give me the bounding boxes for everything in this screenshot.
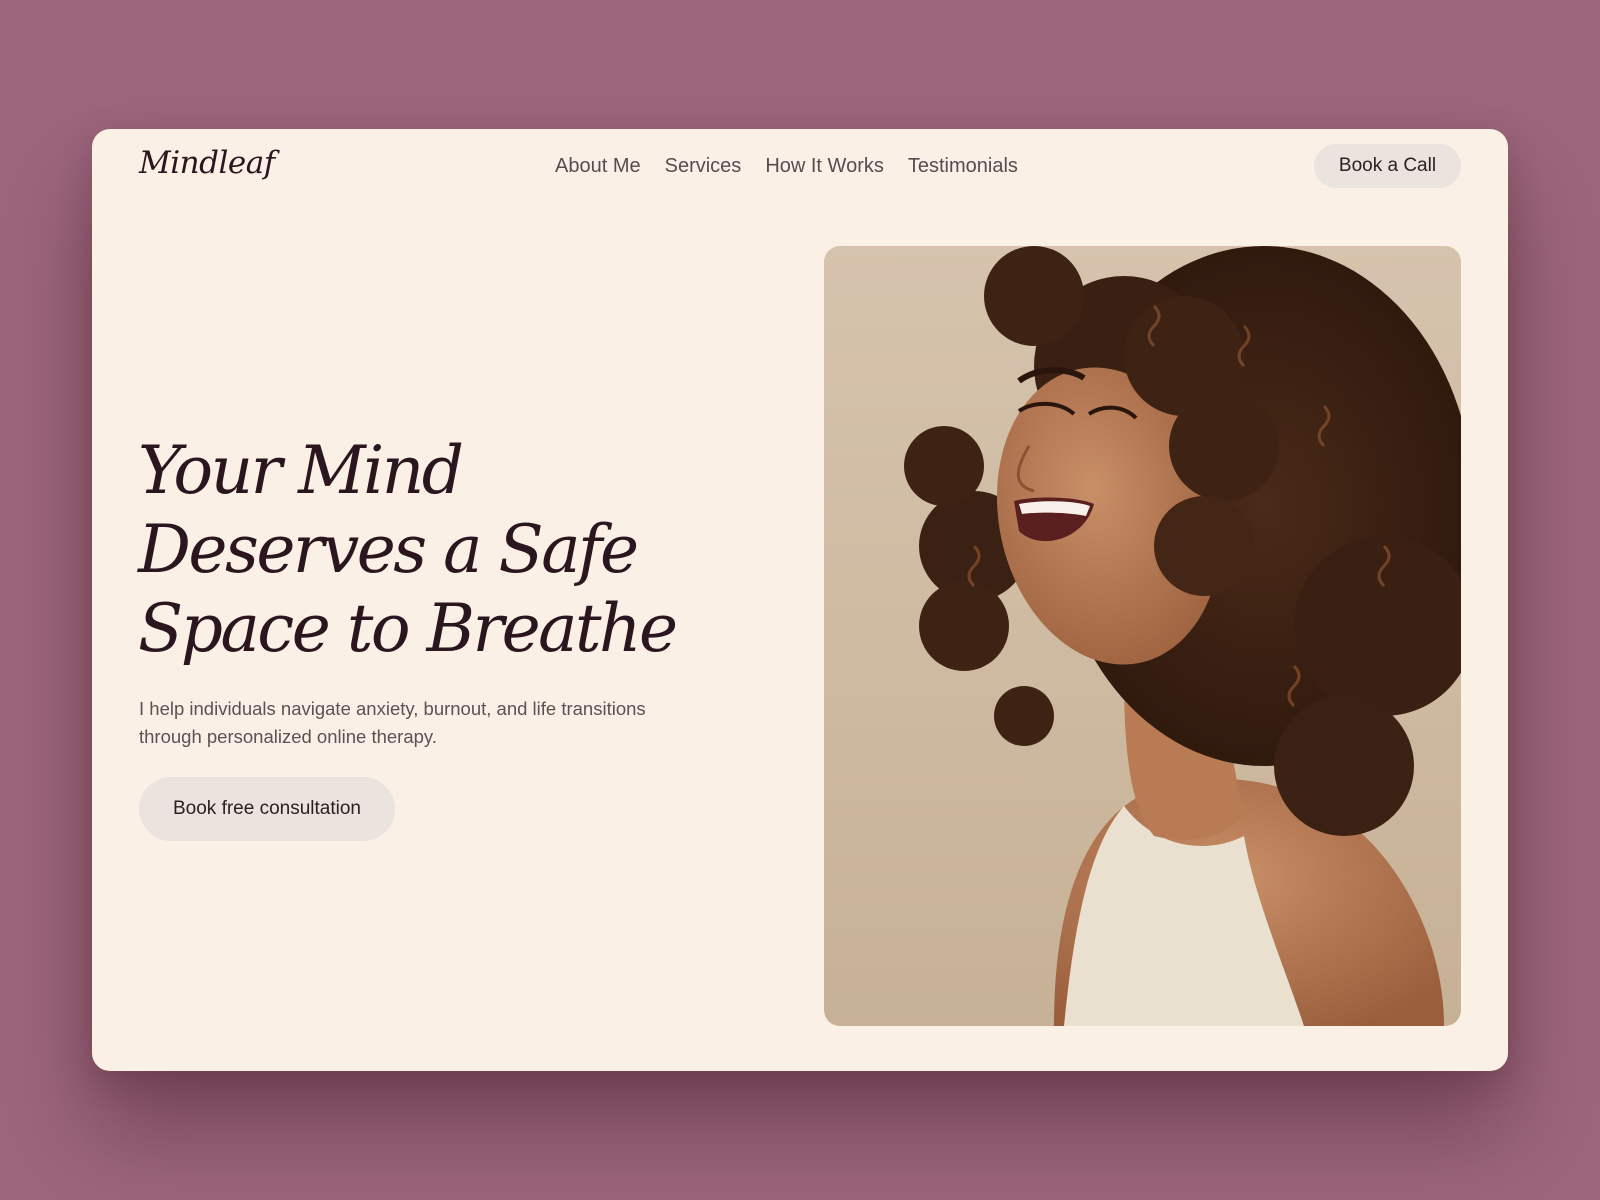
hero-headline-line-1: Your Mind: [138, 432, 464, 509]
landing-page-card: Mindleaf About Me Services How It Works …: [92, 129, 1508, 1071]
hero-headline: Your Mind Deserves a Safe Space to Breat…: [138, 431, 778, 668]
hero-headline-line-2: Deserves a Safe: [138, 511, 639, 588]
nav-item-how-it-works[interactable]: How It Works: [765, 155, 884, 178]
book-free-consultation-button[interactable]: Book free consultation: [139, 777, 395, 841]
brand-logo[interactable]: Mindleaf: [139, 145, 275, 181]
hero-portrait-image: [824, 246, 1461, 1026]
hero-subtext: I help individuals navigate anxiety, bur…: [139, 698, 646, 747]
hero-headline-line-3: Space to Breathe: [138, 590, 678, 667]
nav-item-about-me[interactable]: About Me: [555, 155, 641, 178]
nav-item-services[interactable]: Services: [665, 155, 742, 178]
portrait-illustration: [904, 246, 1461, 1026]
nav-item-testimonials[interactable]: Testimonials: [908, 155, 1018, 178]
book-a-call-button[interactable]: Book a Call: [1314, 144, 1461, 188]
main-nav: About Me Services How It Works Testimoni…: [555, 155, 1018, 178]
